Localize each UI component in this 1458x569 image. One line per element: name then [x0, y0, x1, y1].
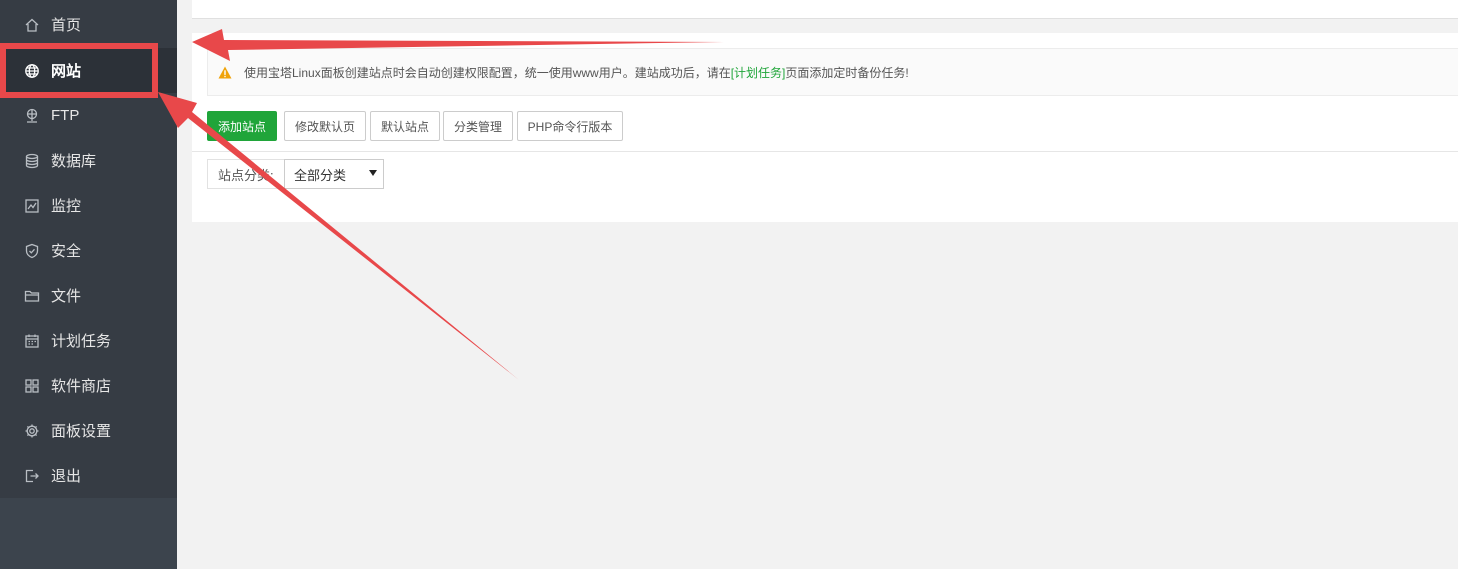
logout-icon	[24, 468, 40, 484]
globe-icon	[24, 63, 40, 79]
cron-task-link[interactable]: [计划任务]	[731, 66, 786, 80]
sidebar-item-label: FTP	[51, 107, 80, 124]
sidebar-item-home[interactable]: 首页	[0, 2, 177, 47]
site-category-selected: 全部分类	[294, 167, 347, 183]
sidebar-item-label: 首页	[51, 17, 82, 34]
edit-default-page-button[interactable]: 修改默认页	[284, 111, 366, 141]
category-manage-button[interactable]: 分类管理	[443, 111, 513, 141]
toolbar-divider	[192, 151, 1458, 152]
sidebar-item-ftp[interactable]: FTP	[0, 93, 177, 138]
site-category-select[interactable]: 全部分类	[284, 159, 384, 189]
sidebar-item-database[interactable]: 数据库	[0, 138, 177, 183]
sidebar-item-label: 软件商店	[51, 378, 112, 395]
default-site-button[interactable]: 默认站点	[370, 111, 440, 141]
database-icon	[24, 153, 40, 169]
php-cli-version-button[interactable]: PHP命令行版本	[517, 111, 623, 141]
shield-icon	[24, 243, 40, 259]
grid-icon	[24, 378, 40, 394]
folder-icon	[24, 288, 40, 304]
warning-icon	[218, 66, 232, 78]
sidebar-item-label: 退出	[51, 468, 82, 485]
sidebar-item-logout[interactable]: 退出	[0, 453, 177, 498]
sidebar-item-label: 监控	[51, 198, 82, 215]
gear-icon	[24, 423, 40, 439]
sidebar-menu: 首页 网站 FTP 数据库 监控 安全 文件 计划任务 软件商店 面板设置 退出	[0, 0, 177, 498]
sidebar-item-settings[interactable]: 面板设置	[0, 408, 177, 453]
sidebar-item-label: 网站	[51, 63, 82, 80]
sidebar-item-website[interactable]: 网站	[0, 48, 177, 93]
sidebar-item-label: 文件	[51, 288, 82, 305]
caret-down-icon	[369, 170, 377, 176]
monitor-icon	[24, 198, 40, 214]
sidebar-item-label: 数据库	[51, 153, 97, 170]
sidebar-item-security[interactable]: 安全	[0, 228, 177, 273]
notice-bar: 使用宝塔Linux面板创建站点时会自动创建权限配置，统一使用www用户。建站成功…	[207, 48, 1458, 96]
site-category-label: 站点分类:	[207, 159, 285, 189]
top-panel	[192, 0, 1458, 19]
sidebar-item-cron[interactable]: 计划任务	[0, 318, 177, 363]
ftp-icon	[24, 108, 40, 124]
sidebar-item-label: 计划任务	[51, 333, 112, 350]
calendar-icon	[24, 333, 40, 349]
sidebar-item-files[interactable]: 文件	[0, 273, 177, 318]
sidebar-item-label: 安全	[51, 243, 82, 260]
sidebar: 首页 网站 FTP 数据库 监控 安全 文件 计划任务 软件商店 面板设置 退出	[0, 0, 177, 569]
sidebar-item-store[interactable]: 软件商店	[0, 363, 177, 408]
sidebar-item-monitor[interactable]: 监控	[0, 183, 177, 228]
sidebar-item-label: 面板设置	[51, 423, 112, 440]
add-site-button[interactable]: 添加站点	[207, 111, 277, 141]
notice-text: 使用宝塔Linux面板创建站点时会自动创建权限配置，统一使用www用户。建站成功…	[244, 65, 909, 80]
home-icon	[24, 17, 40, 33]
